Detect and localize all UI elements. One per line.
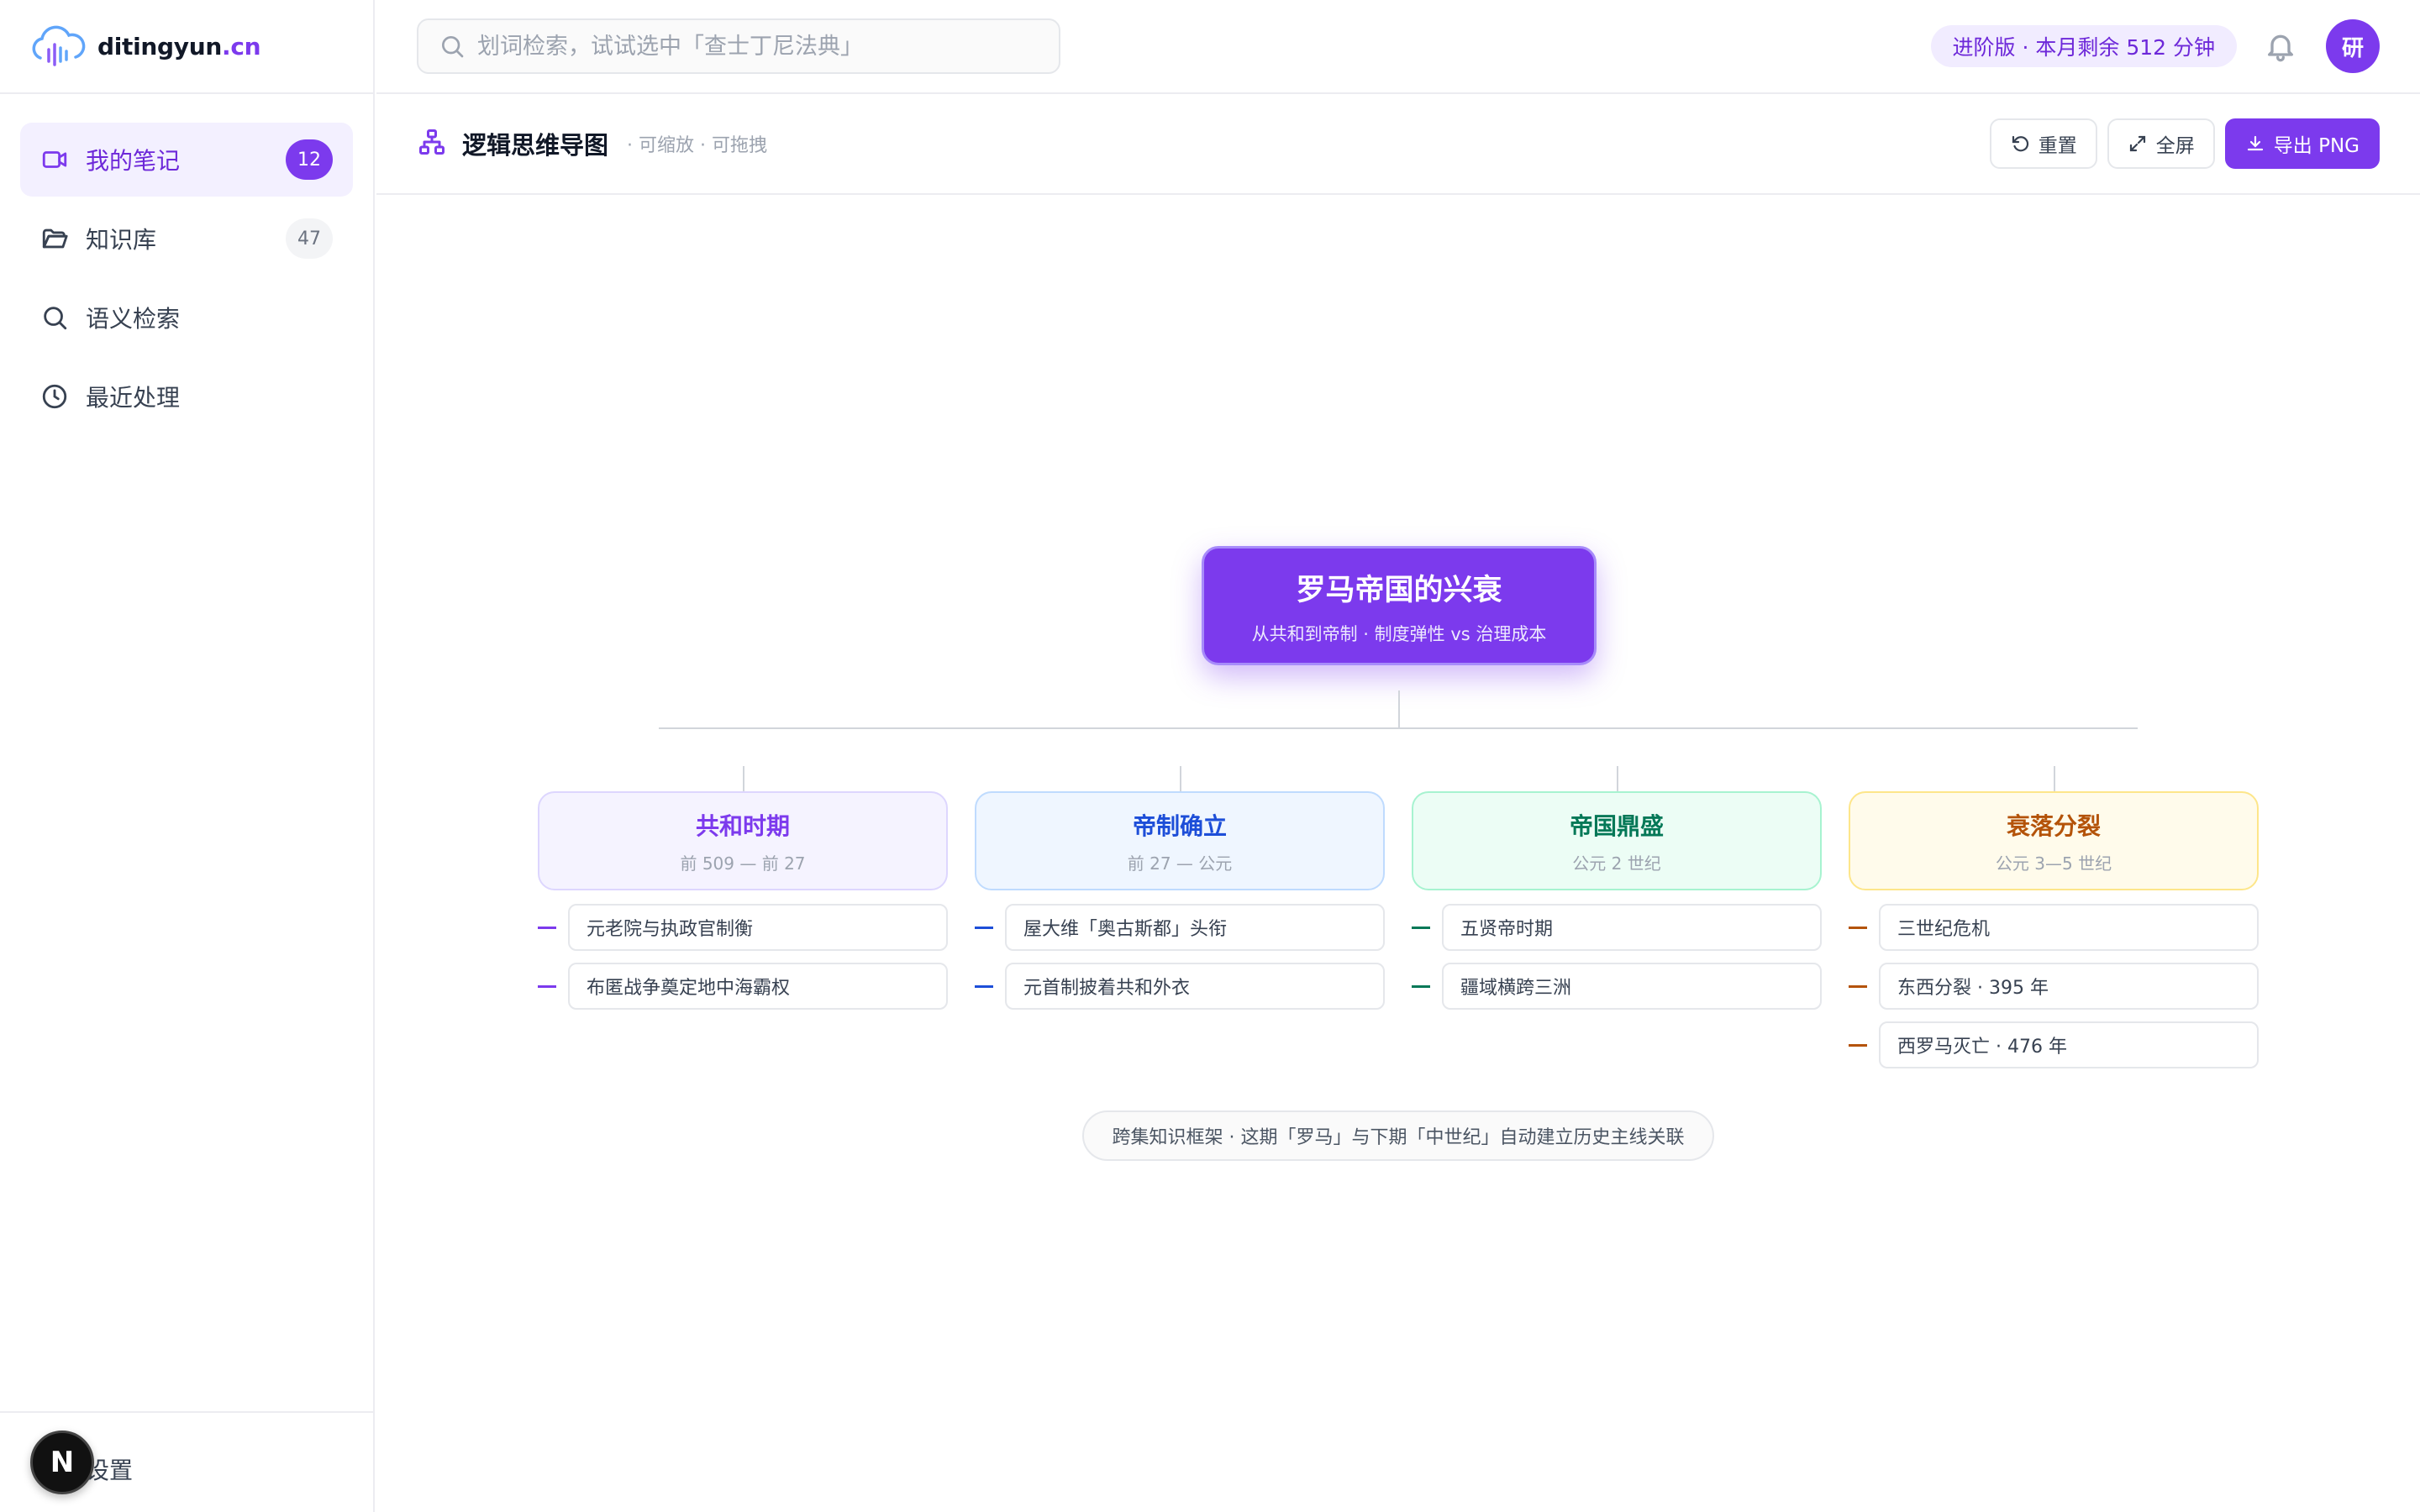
topbar: 进阶版 · 本月剩余 512 分钟 研 xyxy=(376,0,2420,94)
sidebar-nav: 我的笔记 12 知识库 47 语义检索 最近处理 xyxy=(0,94,373,433)
branch-node[interactable]: 帝制确立前 27 — 公元 xyxy=(975,791,1385,890)
branch-connector xyxy=(1617,766,1618,791)
leaf-node[interactable]: 三世纪危机 xyxy=(1879,904,2259,951)
sidebar-item-label: 最近处理 xyxy=(86,384,181,412)
app-root: ditingyun.cn 我的笔记 12 知识库 47 语义检索 最近处理 N … xyxy=(0,0,2420,1512)
search-input[interactable] xyxy=(477,33,1015,60)
horizontal-connector xyxy=(659,727,2138,729)
branch-period: 公元 2 世纪 xyxy=(1572,853,1661,874)
fullscreen-button[interactable]: 全屏 xyxy=(2107,118,2215,169)
page-hint: · 可缩放 · 可拖拽 xyxy=(627,135,767,156)
search-icon xyxy=(40,303,69,332)
sidebar-item-semantic-search[interactable]: 语义检索 xyxy=(20,281,353,354)
branch-period: 公元 3—5 世纪 xyxy=(1995,853,2112,874)
leaf-node[interactable]: 元老院与执政官制衡 xyxy=(568,904,948,951)
leaf-connector xyxy=(538,927,556,929)
leaf-node[interactable]: 屋大维「奥古斯都」头衔 xyxy=(1005,904,1385,951)
leaf-node[interactable]: 东西分裂 · 395 年 xyxy=(1879,963,2259,1010)
cloud-audio-logo-icon xyxy=(32,25,86,66)
leaf-node[interactable]: 疆域横跨三洲 xyxy=(1442,963,1822,1010)
leaf-connector xyxy=(1849,985,1867,988)
sidebar-footer: N 设置 xyxy=(0,1411,373,1512)
bell-icon[interactable] xyxy=(2264,29,2297,63)
sidebar-item-label: 语义检索 xyxy=(86,305,181,333)
search-icon xyxy=(442,36,464,58)
branch-title: 帝国鼎盛 xyxy=(1569,811,1664,840)
reset-label: 重置 xyxy=(2038,135,2077,157)
branch-title: 共和时期 xyxy=(695,811,790,840)
export-png-button[interactable]: 导出 PNG xyxy=(2224,118,2380,169)
sidebar-item-knowledge-base[interactable]: 知识库 47 xyxy=(20,202,353,276)
notes-count-badge: 12 xyxy=(286,139,333,180)
branch-connector xyxy=(1180,766,1181,791)
leaf-node[interactable]: 西罗马灭亡 · 476 年 xyxy=(1879,1021,2259,1068)
branch-connector xyxy=(743,766,744,791)
brand-name: ditingyun.cn xyxy=(97,32,261,60)
knowledge-count-badge: 47 xyxy=(286,218,333,259)
root-subtitle: 从共和到帝制 · 制度弹性 vs 治理成本 xyxy=(1251,623,1547,644)
rotate-ccw-icon xyxy=(2012,135,2028,152)
leaf-connector xyxy=(975,927,993,929)
leaf-connector xyxy=(538,985,556,988)
brand[interactable]: ditingyun.cn xyxy=(0,0,373,94)
plan-quota-badge[interactable]: 进阶版 · 本月剩余 512 分钟 xyxy=(1930,25,2237,67)
branch-title: 衰落分裂 xyxy=(2006,811,2101,840)
leaf-connector xyxy=(1849,927,1867,929)
branch-node[interactable]: 衰落分裂公元 3—5 世纪 xyxy=(1849,791,2259,890)
mindmap-toolbar: 逻辑思维导图 · 可缩放 · 可拖拽 重置 全屏 导出 PNG xyxy=(376,94,2420,195)
mindmap-root-node[interactable]: 罗马帝国的兴衰 从共和到帝制 · 制度弹性 vs 治理成本 xyxy=(1202,546,1597,665)
folder-open-icon xyxy=(40,224,69,253)
sidebar-item-recent[interactable]: 最近处理 xyxy=(20,360,353,433)
leaf-connector xyxy=(1412,985,1430,988)
sidebar-item-label: 我的笔记 xyxy=(86,147,181,175)
mindmap-canvas[interactable]: 罗马帝国的兴衰 从共和到帝制 · 制度弹性 vs 治理成本 共和时期前 509 … xyxy=(376,197,2420,1512)
branch-title: 帝制确立 xyxy=(1132,811,1227,840)
branch-node[interactable]: 共和时期前 509 — 前 27 xyxy=(538,791,948,890)
export-label: 导出 PNG xyxy=(2273,135,2360,157)
root-connector xyxy=(1398,690,1400,729)
leaf-connector xyxy=(1849,1044,1867,1047)
leaf-connector xyxy=(1412,927,1430,929)
clock-icon xyxy=(40,382,69,411)
knowledge-link-note: 跨集知识框架 · 这期「罗马」与下期「中世纪」自动建立历史主线关联 xyxy=(1082,1110,1714,1161)
leaf-connector xyxy=(975,985,993,988)
leaf-node[interactable]: 五贤帝时期 xyxy=(1442,904,1822,951)
fullscreen-label: 全屏 xyxy=(2155,135,2195,157)
sidebar-item-label: 知识库 xyxy=(86,226,157,254)
expand-icon xyxy=(2129,135,2145,152)
video-icon xyxy=(40,145,69,174)
leaf-node[interactable]: 布匿战争奠定地中海霸权 xyxy=(568,963,948,1010)
n-logo-badge[interactable]: N xyxy=(30,1431,94,1494)
sidebar: ditingyun.cn 我的笔记 12 知识库 47 语义检索 最近处理 N … xyxy=(0,0,375,1512)
page-title: 逻辑思维导图 xyxy=(462,131,609,160)
download-icon xyxy=(2247,135,2263,151)
branch-connector xyxy=(2054,766,2055,791)
hierarchy-icon xyxy=(417,127,447,160)
sidebar-item-my-notes[interactable]: 我的笔记 12 xyxy=(20,123,353,197)
branch-node[interactable]: 帝国鼎盛公元 2 世纪 xyxy=(1412,791,1822,890)
search-box xyxy=(417,18,1060,74)
root-title: 罗马帝国的兴衰 xyxy=(1296,573,1502,607)
avatar[interactable]: 研 xyxy=(2326,19,2380,73)
branch-period: 前 27 — 公元 xyxy=(1127,853,1233,874)
leaf-node[interactable]: 元首制披着共和外衣 xyxy=(1005,963,1385,1010)
reset-button[interactable]: 重置 xyxy=(1989,118,2097,169)
branch-period: 前 509 — 前 27 xyxy=(680,853,806,874)
